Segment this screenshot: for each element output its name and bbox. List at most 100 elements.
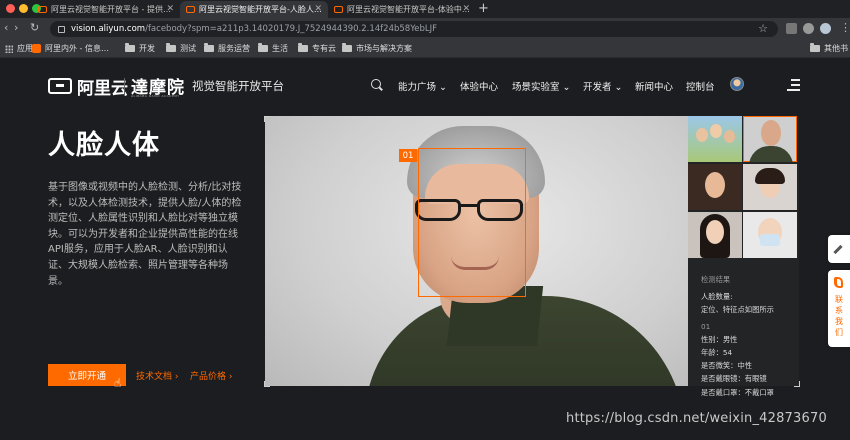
- close-tab-icon[interactable]: ✕: [462, 4, 470, 14]
- bookmark-label: 应用: [17, 44, 33, 53]
- sample-thumbnail-child-mask[interactable]: [743, 212, 797, 258]
- apps-icon: [5, 44, 13, 53]
- thumb-shirt: [749, 146, 793, 162]
- nav-capability-square[interactable]: 能力广场 ⌄: [398, 79, 447, 93]
- bookmark-other[interactable]: 其他书: [810, 43, 848, 54]
- detection-result-panel: 检测结果 人脸数量: 定位、特征点如图所示 01 性别：男性 年龄：54 是否微…: [688, 263, 799, 397]
- contact-us-label: 联系我们: [835, 295, 843, 337]
- stage-corner-mark: [794, 381, 800, 387]
- aliyun-favicon-icon: [38, 6, 47, 13]
- feedback-button[interactable]: [828, 235, 850, 263]
- back-icon[interactable]: ‹: [4, 21, 8, 34]
- thumb-face: [724, 130, 735, 143]
- aliyun-logo-icon[interactable]: [48, 78, 72, 94]
- new-tab-button[interactable]: +: [478, 1, 489, 16]
- browser-tab-title: 阿里云视觉智能开放平台-体验中…: [347, 5, 470, 14]
- result-glasses: 是否戴眼镜：有眼镜: [701, 374, 767, 384]
- search-icon[interactable]: [371, 79, 381, 89]
- platform-title: 视觉智能开放平台: [192, 79, 284, 93]
- bookmark-label: 服务运营: [218, 44, 250, 53]
- pricing-link[interactable]: 产品价格 ›: [190, 369, 232, 382]
- result-age: 年龄：54: [701, 348, 733, 358]
- user-avatar[interactable]: [730, 77, 744, 91]
- sample-thumbnail-woman-2[interactable]: [743, 164, 797, 210]
- browser-tab-1[interactable]: 阿里云视觉智能开放平台 - 提供… ✕: [32, 1, 180, 18]
- url-input[interactable]: vision.aliyun.com /facebody?spm=a211p3.1…: [50, 21, 778, 37]
- address-bar-row: ‹ › ↻ vision.aliyun.com /facebody?spm=a2…: [0, 18, 850, 40]
- url-host: vision.aliyun.com: [71, 24, 146, 34]
- result-location: 定位、特征点如图所示: [701, 305, 774, 315]
- nav-developer[interactable]: 开发者 ⌄: [583, 79, 623, 93]
- thumb-face: [705, 172, 725, 198]
- sample-thumbnail-family[interactable]: [688, 116, 742, 162]
- browser-menu-icon[interactable]: ⋮: [840, 21, 850, 34]
- result-face-index: 01: [701, 321, 711, 331]
- result-smile: 是否微笑：中性: [701, 361, 753, 371]
- bookmark-alibaba[interactable]: 阿里内外 - 信息…: [32, 43, 109, 54]
- thumb-face: [696, 128, 708, 142]
- product-description: 基于图像或视频中的人脸检测、分析/比对技术，以及人体检测技术，提供人脸/人体的检…: [48, 182, 242, 287]
- lock-icon: [58, 25, 65, 33]
- bookmark-label: 市场与解决方案: [356, 44, 412, 53]
- nav-experience-center[interactable]: 体验中心: [460, 79, 498, 93]
- bookmark-folder[interactable]: 专有云: [298, 43, 336, 54]
- thumb-face: [710, 124, 722, 138]
- aliyun-favicon-icon: [186, 6, 195, 13]
- damo-subtitle: ALIBABA DAMO ACADEMY: [131, 94, 180, 98]
- sample-thumbnail-woman-3[interactable]: [688, 212, 742, 258]
- bookmark-folder[interactable]: 市场与解决方案: [342, 43, 412, 54]
- profile-avatar-icon[interactable]: [820, 23, 831, 34]
- bookmark-apps[interactable]: 应用: [5, 43, 33, 54]
- bookmark-folder[interactable]: 服务运营: [204, 43, 250, 54]
- folder-icon: [258, 43, 268, 52]
- result-title: 检测结果: [701, 275, 731, 284]
- folder-icon: [342, 43, 352, 52]
- logo-text[interactable]: 阿里云: [77, 74, 128, 99]
- stage-corner-mark: [264, 381, 270, 387]
- close-tab-icon[interactable]: ✕: [166, 4, 174, 14]
- site-header: 阿里云 達摩院 ALIBABA DAMO ACADEMY 视觉智能开放平台 能力…: [0, 58, 850, 114]
- browser-tab-2[interactable]: 阿里云视觉智能开放平台-人脸人… ✕: [180, 1, 328, 18]
- pointer-cursor-icon: ☝: [114, 376, 122, 390]
- folder-icon: [204, 43, 214, 52]
- thumb-face: [761, 120, 781, 146]
- folder-icon: [125, 43, 135, 52]
- nav-console[interactable]: 控制台: [686, 79, 715, 93]
- logo-divider: [124, 78, 125, 96]
- result-mask: 是否戴口罩：不戴口罩: [701, 387, 774, 397]
- face-bounding-box[interactable]: [418, 148, 526, 297]
- bookmark-star-icon[interactable]: ☆: [758, 22, 768, 35]
- contact-us-button[interactable]: 联系我们: [828, 270, 850, 347]
- aliyun-favicon-icon: [334, 6, 343, 13]
- close-tab-icon[interactable]: ✕: [314, 4, 322, 14]
- thumb-face: [706, 220, 724, 244]
- page-title: 人脸人体: [48, 130, 160, 161]
- watermark-text: https://blog.csdn.net/weixin_42873670: [566, 411, 827, 426]
- browser-tab-3[interactable]: 阿里云视觉智能开放平台-体验中… ✕: [328, 1, 476, 18]
- window-minimize-button[interactable]: [19, 4, 28, 13]
- url-path: /facebody?spm=a211p3.14020179.J_75249443…: [145, 24, 438, 34]
- nav-news-center[interactable]: 新闻中心: [635, 79, 673, 93]
- extension-icon[interactable]: [803, 23, 814, 34]
- result-face-count: 人脸数量:: [701, 292, 733, 302]
- bookmark-folder[interactable]: 生活: [258, 43, 288, 54]
- phone-icon: [834, 277, 843, 288]
- bookmark-label: 开发: [139, 44, 155, 53]
- extension-icon[interactable]: [786, 23, 797, 34]
- menu-toggle-icon[interactable]: [787, 79, 800, 91]
- sample-thumbnail-woman-1[interactable]: [688, 164, 742, 210]
- bookmarks-bar: 应用 阿里内外 - 信息… 开发 测试 服务运营 生活 专有云 市场与解决方案 …: [0, 40, 850, 58]
- bookmark-folder[interactable]: 测试: [166, 43, 196, 54]
- folder-icon: [298, 43, 308, 52]
- bookmark-label: 测试: [180, 44, 196, 53]
- tech-docs-link[interactable]: 技术文档 ›: [136, 369, 178, 382]
- nav-scenario-lab[interactable]: 场景实验室 ⌄: [512, 79, 571, 93]
- bookmark-folder[interactable]: 开发: [125, 43, 155, 54]
- reload-icon[interactable]: ↻: [30, 21, 39, 34]
- bookmark-label: 其他书: [824, 44, 848, 53]
- sample-thumbnail-man-glasses[interactable]: [743, 116, 797, 162]
- alibaba-icon: [32, 44, 41, 53]
- window-close-button[interactable]: [6, 4, 15, 13]
- folder-icon: [166, 43, 176, 52]
- forward-icon[interactable]: ›: [14, 21, 18, 34]
